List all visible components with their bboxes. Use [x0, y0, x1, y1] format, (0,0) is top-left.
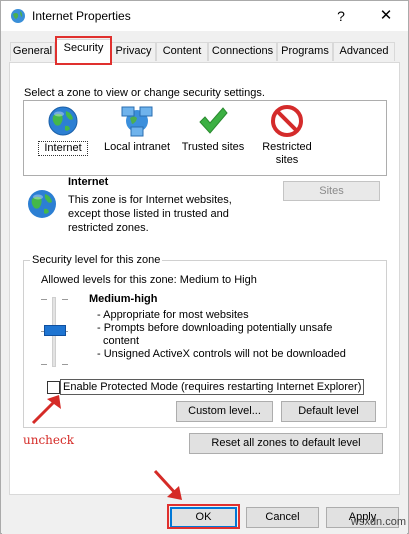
tab-programs[interactable]: Programs	[277, 42, 333, 61]
slider-tick	[62, 364, 68, 365]
close-button[interactable]: ✕	[375, 5, 397, 27]
window-title: Internet Properties	[32, 9, 131, 23]
zone-local-intranet-label: Local intranet	[103, 141, 171, 153]
title-bar: Internet Properties ? ✕	[1, 1, 408, 31]
internet-properties-window: Internet Properties ? ✕ General Security…	[0, 0, 409, 534]
level-description-line: - Appropriate for most websites	[97, 309, 249, 321]
level-description-line: - Unsigned ActiveX controls will not be …	[97, 348, 346, 360]
default-level-button[interactable]: Default level	[281, 401, 376, 422]
security-level-group-title: Security level for this zone	[30, 254, 163, 266]
help-button[interactable]: ?	[330, 5, 352, 27]
zone-info-desc-line: restricted zones.	[68, 222, 149, 234]
allowed-levels-label: Allowed levels for this zone: Medium to …	[41, 274, 257, 286]
internet-explorer-globe-icon	[11, 9, 25, 23]
tab-advanced[interactable]: Advanced	[333, 42, 395, 61]
tab-connections[interactable]: Connections	[208, 42, 277, 61]
zone-restricted-sites-label-line1: Restricted	[262, 141, 312, 153]
checkmark-icon	[199, 107, 228, 134]
level-description-line: - Prompts before downloading potentially…	[97, 322, 333, 334]
zone-trusted-sites-label: Trusted sites	[181, 141, 245, 153]
zone-trusted-sites[interactable]: Trusted sites	[179, 105, 247, 154]
zone-info-desc-line: This zone is for Internet websites,	[68, 194, 232, 206]
cancel-button[interactable]: Cancel	[246, 507, 319, 528]
slider-tick	[62, 299, 68, 300]
network-icon	[121, 106, 153, 137]
annotation-arrow-icon	[153, 469, 182, 500]
zone-restricted-sites-label-line2: sites	[275, 154, 299, 166]
sites-button[interactable]: Sites	[283, 181, 380, 201]
security-tab-highlight	[55, 36, 112, 65]
zone-restricted-sites[interactable]: Restricted sites	[257, 105, 317, 167]
protected-mode-label[interactable]: Enable Protected Mode (requires restarti…	[60, 379, 365, 395]
tab-content[interactable]: Content	[156, 42, 208, 61]
custom-level-button[interactable]: Custom level...	[176, 401, 273, 422]
no-entry-icon	[271, 105, 303, 137]
uncheck-annotation: uncheck	[23, 433, 74, 447]
annotation-arrow-icon	[31, 395, 61, 425]
slider-tick	[41, 299, 47, 300]
globe-icon	[48, 106, 78, 136]
slider-tick	[41, 364, 47, 365]
ok-button-highlight	[167, 504, 240, 529]
reset-all-zones-button[interactable]: Reset all zones to default level	[189, 433, 383, 454]
zone-internet-label: Internet	[38, 141, 88, 156]
level-description-line: content	[103, 335, 140, 347]
security-level-slider-thumb[interactable]	[44, 325, 66, 336]
zone-info-desc-line: except those listed in trusted and	[68, 208, 229, 220]
globe-icon	[28, 190, 56, 218]
security-level-name: Medium-high	[89, 293, 158, 305]
zone-caption: Select a zone to view or change security…	[24, 87, 265, 99]
tab-general[interactable]: General	[10, 42, 55, 61]
zone-internet[interactable]: Internet	[38, 105, 88, 156]
watermark: wsxdn.com	[351, 516, 407, 528]
zone-local-intranet[interactable]: Local intranet	[101, 105, 173, 154]
zone-info-title: Internet	[68, 176, 109, 188]
tab-privacy[interactable]: Privacy	[111, 42, 156, 61]
zone-info-description: This zone is for Internet websites, exce…	[68, 193, 268, 235]
